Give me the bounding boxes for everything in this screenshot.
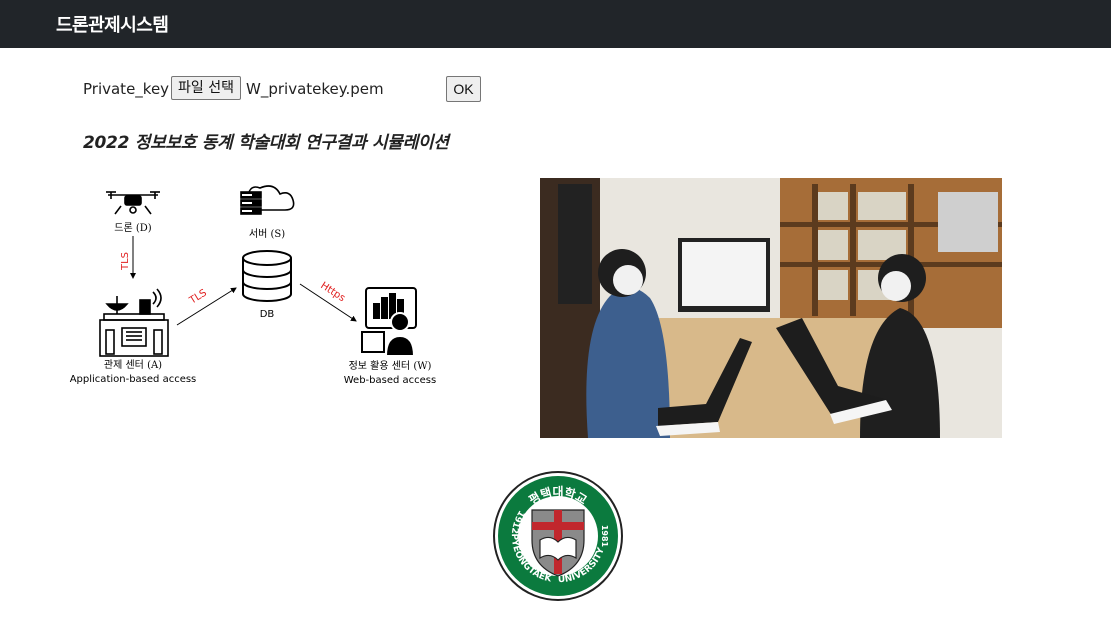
info-center-label: 정보 활용 센터 (W) bbox=[349, 359, 432, 372]
control-center-icon bbox=[99, 288, 169, 357]
edge-drone-control-label: TLS bbox=[120, 252, 131, 271]
top-navbar: 드론관제시스템 bbox=[0, 0, 1111, 48]
app-title[interactable]: 드론관제시스템 bbox=[56, 11, 169, 37]
drone-icon bbox=[106, 191, 160, 215]
architecture-diagram: 드론 (D) 서버 (S) DB 관제 센터 (A) Application-b… bbox=[70, 185, 436, 386]
server-cloud-icon bbox=[240, 185, 295, 215]
info-center-subtitle: Web-based access bbox=[344, 375, 436, 386]
edge-control-db-label: TLS bbox=[187, 288, 209, 307]
control-center-subtitle: Application-based access bbox=[70, 374, 197, 385]
private-key-label: Private_key : bbox=[83, 80, 179, 98]
info-center-icon bbox=[361, 287, 417, 357]
university-logo: 평택대학교 1912PYEONGTAEK UNIVERSITY 1981 bbox=[493, 471, 623, 601]
control-center-label: 관제 센터 (A) bbox=[104, 359, 162, 371]
page-headline: 2022 정보보호 동계 학술대회 연구결과 시뮬레이션 bbox=[83, 133, 449, 153]
drone-label: 드론 (D) bbox=[114, 222, 151, 234]
choose-file-button[interactable]: 파일 선택 bbox=[171, 76, 241, 100]
edge-db-info-label: Https bbox=[318, 280, 347, 304]
db-label: DB bbox=[260, 309, 275, 320]
database-icon bbox=[242, 250, 292, 302]
selected-file-name: W_privatekey.pem bbox=[246, 80, 384, 98]
ok-button[interactable]: OK bbox=[446, 76, 481, 102]
server-label: 서버 (S) bbox=[249, 228, 285, 240]
simulation-photo bbox=[540, 178, 1002, 438]
logo-year-text: 1981 bbox=[600, 525, 609, 548]
